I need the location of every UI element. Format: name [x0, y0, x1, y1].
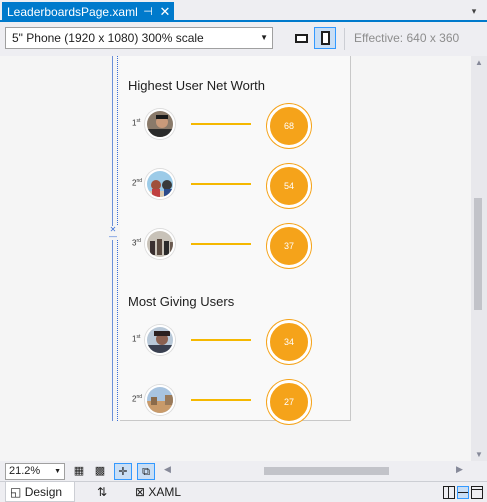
zoom-value: 21.2%: [9, 465, 41, 477]
device-select[interactable]: 5" Phone (1920 x 1080) 300% scale ▼: [5, 27, 273, 49]
phone-frame: Highest User Net Worth 1st 68 2nd 54 3rd…: [120, 56, 351, 424]
section-title-giving: Most Giving Users: [128, 294, 235, 309]
list-item[interactable]: 2nd 54: [120, 164, 351, 210]
avatar: [145, 169, 175, 199]
margin-adorner-icon[interactable]: ✕ —: [107, 226, 119, 241]
list-item[interactable]: 1st 68: [120, 104, 351, 150]
connector-line: [191, 183, 251, 185]
score-badge: 37: [267, 224, 311, 268]
close-icon[interactable]: ✕: [158, 2, 172, 22]
effective-resolution: Effective: 640 x 360: [354, 31, 460, 45]
document-tab-strip: LeaderboardsPage.xaml ⊣ ✕ ▾: [0, 0, 487, 22]
scroll-right-icon[interactable]: ▶: [456, 464, 463, 475]
snap-to-grid-icon[interactable]: ▩: [91, 463, 109, 480]
avatar: [145, 229, 175, 259]
tab-design-label: Design: [24, 485, 63, 499]
tab-xaml-label: XAML: [148, 485, 182, 499]
scroll-down-icon[interactable]: ▼: [475, 450, 483, 459]
tab-design[interactable]: ◱ Design: [5, 482, 75, 502]
pane-layout-buttons: [441, 486, 483, 499]
document-tab-title: LeaderboardsPage.xaml: [7, 5, 138, 19]
horizontal-split-icon[interactable]: [457, 486, 469, 499]
vertical-split-icon[interactable]: [443, 486, 455, 499]
design-surface[interactable]: ✕ — Highest User Net Worth 1st 68 2nd 54 …: [0, 56, 471, 461]
list-item[interactable]: 2nd 27: [120, 380, 351, 426]
list-item[interactable]: 1st 34: [120, 320, 351, 366]
horizontal-scrollbar[interactable]: [176, 465, 450, 477]
vertical-scroll-thumb[interactable]: [474, 198, 482, 310]
tab-overflow-dropdown-icon[interactable]: ▾: [469, 5, 479, 17]
swap-panes-icon[interactable]: ⇅: [94, 482, 110, 502]
snap-to-snaplines-icon[interactable]: ⧉: [137, 463, 155, 480]
avatar: [145, 109, 175, 139]
chevron-down-icon: ▼: [260, 33, 268, 42]
device-select-value: 5" Phone (1920 x 1080) 300% scale: [12, 31, 204, 45]
rank-label: 3rd: [132, 238, 141, 248]
vertical-scrollbar[interactable]: ▲ ▼: [471, 56, 487, 461]
connector-line: [191, 123, 251, 125]
landscape-orientation-button[interactable]: [290, 27, 312, 49]
connector-line: [191, 339, 251, 341]
document-tab[interactable]: LeaderboardsPage.xaml ⊣ ✕: [2, 2, 174, 22]
connector-line: [191, 399, 251, 401]
toolbar-separator: [344, 28, 345, 50]
score-badge: 34: [267, 320, 311, 364]
score-badge: 27: [267, 380, 311, 424]
show-grid-icon[interactable]: ▦: [70, 463, 88, 480]
section-title-net-worth: Highest User Net Worth: [128, 78, 266, 93]
portrait-orientation-button[interactable]: [314, 27, 336, 49]
designer-status-bar: 21.2% ▼ ▦ ▩ ✛ ⧉ ◀ ▶: [0, 461, 487, 481]
scroll-up-icon[interactable]: ▲: [475, 58, 483, 67]
chevron-down-icon: ▼: [54, 468, 61, 475]
collapse-pane-icon[interactable]: [471, 486, 483, 499]
rank-label: 2nd: [132, 394, 143, 404]
view-switcher: ◱ Design ⇅ ⊠ XAML: [0, 481, 487, 502]
rank-label: 1st: [132, 334, 141, 344]
list-item[interactable]: 3rd 37: [120, 224, 351, 270]
pin-icon[interactable]: ⊣: [141, 2, 155, 22]
portrait-icon: [321, 31, 330, 45]
zoom-select[interactable]: 21.2% ▼: [5, 463, 65, 480]
designer-toolbar: 5" Phone (1920 x 1080) 300% scale ▼ Effe…: [0, 24, 487, 56]
horizontal-scroll-thumb[interactable]: [264, 467, 389, 475]
scroll-left-icon[interactable]: ◀: [164, 464, 171, 475]
score-badge: 54: [267, 164, 311, 208]
avatar: [145, 385, 175, 415]
rank-label: 2nd: [132, 178, 143, 188]
score-badge: 68: [267, 104, 311, 148]
landscape-icon: [295, 34, 308, 43]
avatar: [145, 325, 175, 355]
artboard-background-icon[interactable]: ✛: [114, 463, 132, 480]
connector-line: [191, 243, 251, 245]
rank-label: 1st: [132, 118, 141, 128]
tab-xaml[interactable]: ⊠ XAML: [131, 482, 191, 502]
xaml-icon: ⊠: [135, 485, 146, 499]
design-icon: ◱: [10, 485, 22, 499]
